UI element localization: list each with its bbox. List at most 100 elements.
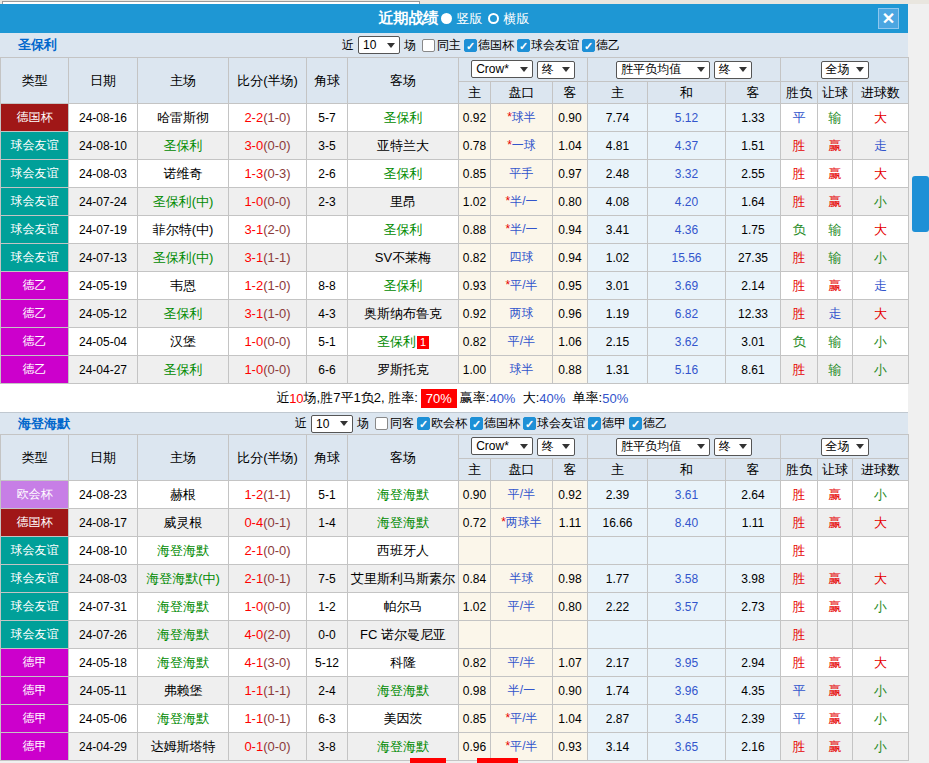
full-score: 1-2 xyxy=(244,278,263,293)
avg-home: 2.39 xyxy=(588,481,648,509)
odds-away: 0.96 xyxy=(553,300,588,328)
avg-stage-select[interactable]: 终 xyxy=(714,61,752,79)
summary-near: 近 xyxy=(276,389,289,407)
handicap-cell: 平/半 xyxy=(491,593,553,621)
corner-cell: 5-7 xyxy=(307,104,348,132)
match-count-select-value: 10 xyxy=(316,417,329,431)
league-checkbox-0[interactable]: ✓ xyxy=(464,39,477,52)
league-checkbox-2[interactable]: ✓ xyxy=(523,417,536,430)
league-checkbox-2[interactable]: ✓ xyxy=(582,39,595,52)
match-row: 德乙24-05-12圣保利3-1(1-0)4-3奥斯纳布鲁克0.92两球0.96… xyxy=(1,300,909,328)
avg-draw-value: 4.36 xyxy=(675,223,698,237)
league-checkbox-4[interactable]: ✓ xyxy=(629,417,642,430)
col-score: 比分(半场) xyxy=(229,58,307,104)
league-checkbox-3[interactable]: ✓ xyxy=(588,417,601,430)
goals-result-cell: 走 xyxy=(853,272,909,300)
match-type: 球会友谊 xyxy=(1,132,69,160)
match-date: 24-05-19 xyxy=(69,272,138,300)
odds-stage-select[interactable]: 终 xyxy=(537,438,575,456)
summary-count: 10 xyxy=(289,391,303,406)
avg-away: 12.33 xyxy=(726,300,781,328)
goals-result-cell: 大 xyxy=(853,509,909,537)
league-checkbox-1[interactable]: ✓ xyxy=(470,417,483,430)
league-label-4: 德乙 xyxy=(643,415,667,432)
bookmaker-select[interactable]: Crow* xyxy=(471,437,533,455)
odds-home: 1.00 xyxy=(459,356,491,384)
same-checkbox[interactable] xyxy=(375,417,388,430)
avg-stage-select[interactable]: 终 xyxy=(714,438,752,456)
handicap-cell: 两球 xyxy=(491,300,553,328)
home-team: 海登海默 xyxy=(138,621,229,649)
avg-away: 1.75 xyxy=(726,216,781,244)
goals-result-cell: 小 xyxy=(853,593,909,621)
corner-cell: 0-0 xyxy=(307,621,348,649)
avg-select[interactable]: 胜平负均值 xyxy=(616,438,710,456)
odds-away: 0.88 xyxy=(553,356,588,384)
match-count-select[interactable]: 10 xyxy=(358,36,400,54)
league-checkbox-1[interactable]: ✓ xyxy=(517,39,530,52)
odds-stage-select[interactable]: 终 xyxy=(537,61,575,79)
full-score: 1-0 xyxy=(244,362,263,377)
col-away: 客场 xyxy=(348,435,459,481)
half-score: (1-1) xyxy=(263,250,290,265)
odds-home: 0.92 xyxy=(459,104,491,132)
chevron-down-icon xyxy=(520,67,528,72)
handicap-cell: *球半 xyxy=(491,104,553,132)
match-type: 德甲 xyxy=(1,705,69,733)
full-score: 1-0 xyxy=(244,194,263,209)
odds-away: 0.94 xyxy=(553,244,588,272)
handicap-result-cell: 输 xyxy=(818,244,853,272)
subcol-0: 主 xyxy=(459,82,491,104)
half-score: (1-1) xyxy=(263,683,290,698)
avg-draw-value: 3.69 xyxy=(675,279,698,293)
match-row: 德乙24-05-04汉堡1-0(0-0)5-1圣保利10.82平/半1.062.… xyxy=(1,328,909,356)
score-cell: 3-1(1-1) xyxy=(229,244,307,272)
same-checkbox[interactable] xyxy=(422,39,435,52)
full-score: 2-2 xyxy=(244,110,263,125)
away-team: 艾里斯利马斯素尔 xyxy=(348,565,459,593)
full-score: 0-1 xyxy=(244,739,263,754)
radio-horizontal[interactable] xyxy=(488,13,499,24)
handicap-value: 平/半 xyxy=(510,278,537,292)
goals-result-cell xyxy=(853,537,909,565)
avg-draw-value: 3.61 xyxy=(675,488,698,502)
corner-cell xyxy=(307,244,348,272)
half-score: (0-0) xyxy=(263,362,290,377)
scrollbar-thumb[interactable] xyxy=(912,176,929,232)
league-checkbox-0[interactable]: ✓ xyxy=(417,417,430,430)
bookmaker-select[interactable]: Crow* xyxy=(471,60,533,78)
odds-stage-select-value: 终 xyxy=(542,438,554,455)
bookmaker-select-value: Crow* xyxy=(476,62,509,76)
scope-select[interactable]: 全场 xyxy=(821,61,869,79)
handicap-result-cell: 赢 xyxy=(818,272,853,300)
score-cell: 4-1(3-0) xyxy=(229,649,307,677)
half-score: (1-1) xyxy=(263,487,290,502)
handicap-value: 两球 xyxy=(510,306,534,320)
handicap-result-cell: 赢 xyxy=(818,593,853,621)
goals-result-cell: 大 xyxy=(853,104,909,132)
home-team-name: 圣保利 xyxy=(164,306,203,321)
match-row: 德乙24-05-19韦恩1-2(1-0)8-8圣保利0.93*平/半0.953.… xyxy=(1,272,909,300)
result-cell: 胜 xyxy=(781,244,818,272)
league-label-1: 德国杯 xyxy=(484,415,520,432)
summary-value-1: 40% xyxy=(539,391,565,406)
handicap-cell: 半/一 xyxy=(491,677,553,705)
avg-select[interactable]: 胜平负均值 xyxy=(616,61,710,79)
match-count-select[interactable]: 10 xyxy=(311,415,353,433)
full-score: 1-2 xyxy=(244,487,263,502)
avg-draw-value: 5.12 xyxy=(675,111,698,125)
close-button[interactable]: ✕ xyxy=(878,8,899,29)
away-team-name: 科隆 xyxy=(390,655,416,670)
goals-result-cell: 大 xyxy=(853,649,909,677)
recent-results-dialog: 近期战绩 竖版 横版 ✕ 圣保利近10场同主✓德国杯✓球会友谊✓德乙类型日期主场… xyxy=(0,0,929,763)
radio-vertical[interactable] xyxy=(441,13,452,24)
corner-cell: 5-12 xyxy=(307,649,348,677)
goals-result-cell: 大 xyxy=(853,216,909,244)
result-cell: 平 xyxy=(781,677,818,705)
scope-select[interactable]: 全场 xyxy=(821,438,869,456)
away-team-name: 罗斯托克 xyxy=(377,362,429,377)
score-cell: 0-4(0-1) xyxy=(229,509,307,537)
avg-away: 27.35 xyxy=(726,244,781,272)
goals-result-cell: 小 xyxy=(853,481,909,509)
avg-group-header: 胜平负均值 终 xyxy=(588,58,781,82)
